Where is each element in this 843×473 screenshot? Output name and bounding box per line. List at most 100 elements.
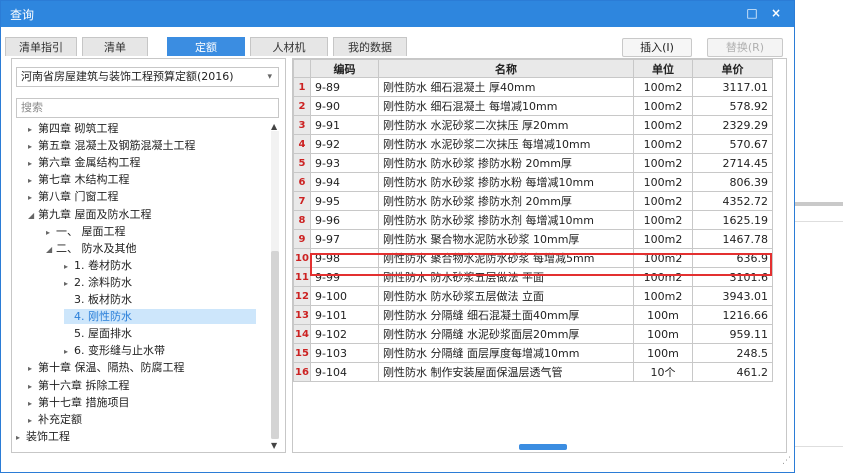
price-cell[interactable]: 959.11 <box>692 324 773 344</box>
price-cell[interactable]: 461.2 <box>692 362 773 382</box>
table-row[interactable]: 7 9-95 刚性防水 防水砂浆 掺防水剂 20mm厚 100m2 4352.72 <box>293 191 773 211</box>
row-number-cell[interactable]: 16 <box>293 362 311 382</box>
code-cell[interactable]: 9-93 <box>310 153 379 173</box>
row-number-cell[interactable]: 11 <box>293 267 311 287</box>
name-cell[interactable]: 刚性防水 防水砂浆 掺防水剂 每增减10mm <box>378 210 634 230</box>
row-number-cell[interactable]: 8 <box>293 210 311 230</box>
expand-toggle-icon[interactable]: ▸ <box>28 396 38 411</box>
unit-cell[interactable]: 100m <box>633 305 693 325</box>
unit-cell[interactable]: 100m2 <box>633 96 693 116</box>
name-cell[interactable]: 刚性防水 防水砂浆 掺防水剂 20mm厚 <box>378 191 634 211</box>
tree-item[interactable]: ▸ 6. 变形缝与止水带 <box>64 343 165 358</box>
unit-cell[interactable]: 100m2 <box>633 248 693 268</box>
table-row[interactable]: 9 9-97 刚性防水 聚合物水泥防水砂浆 10mm厚 100m2 1467.78 <box>293 229 773 249</box>
code-cell[interactable]: 9-100 <box>310 286 379 306</box>
table-row[interactable]: 4 9-92 刚性防水 水泥砂浆二次抹压 每增减10mm 100m2 570.67 <box>293 134 773 154</box>
name-cell[interactable]: 刚性防水 聚合物水泥防水砂浆 10mm厚 <box>378 229 634 249</box>
table-row[interactable]: 12 9-100 刚性防水 防水砂浆五层做法 立面 100m2 3943.01 <box>293 286 773 306</box>
row-number-cell[interactable]: 6 <box>293 172 311 192</box>
code-cell[interactable]: 9-98 <box>310 248 379 268</box>
expand-toggle-icon[interactable]: ▸ <box>64 276 74 291</box>
tree-item[interactable]: ▸ 2. 涂料防水 <box>64 275 132 290</box>
row-number-cell[interactable]: 13 <box>293 305 311 325</box>
unit-cell[interactable]: 100m2 <box>633 134 693 154</box>
unit-header[interactable]: 单位 <box>633 59 693 78</box>
price-cell[interactable]: 3943.01 <box>692 286 773 306</box>
expand-toggle-icon[interactable]: ▸ <box>28 413 38 428</box>
code-cell[interactable]: 9-102 <box>310 324 379 344</box>
unit-cell[interactable]: 100m2 <box>633 191 693 211</box>
table-row[interactable]: 1 9-89 刚性防水 细石混凝土 厚40mm 100m2 3117.01 <box>293 77 773 97</box>
expand-toggle-icon[interactable]: ▸ <box>46 225 56 240</box>
unit-cell[interactable]: 100m2 <box>633 210 693 230</box>
code-cell[interactable]: 9-96 <box>310 210 379 230</box>
tab-list[interactable]: 清单 <box>82 37 148 56</box>
row-number-cell[interactable]: 1 <box>293 77 311 97</box>
tree-item[interactable]: ▸ 第四章 砌筑工程 <box>28 121 119 136</box>
price-cell[interactable]: 2714.45 <box>692 153 773 173</box>
code-cell[interactable]: 9-90 <box>310 96 379 116</box>
row-number-cell[interactable]: 10 <box>293 248 311 268</box>
row-number-cell[interactable]: 2 <box>293 96 311 116</box>
table-row[interactable]: 13 9-101 刚性防水 分隔缝 细石混凝土面40mm厚 100m 1216.66 <box>293 305 773 325</box>
price-cell[interactable]: 248.5 <box>692 343 773 363</box>
row-number-cell[interactable]: 15 <box>293 343 311 363</box>
scrollbar-thumb[interactable] <box>271 251 279 439</box>
name-cell[interactable]: 刚性防水 分隔缝 细石混凝土面40mm厚 <box>378 305 634 325</box>
table-row[interactable]: 15 9-103 刚性防水 分隔缝 面层厚度每增减10mm 100m 248.5 <box>293 343 773 363</box>
unit-cell[interactable]: 100m2 <box>633 77 693 97</box>
table-row[interactable]: 5 9-93 刚性防水 防水砂浆 掺防水粉 20mm厚 100m2 2714.45 <box>293 153 773 173</box>
unit-cell[interactable]: 100m2 <box>633 286 693 306</box>
tree-item[interactable]: ▸ 1. 卷材防水 <box>64 258 132 273</box>
table-row[interactable]: 8 9-96 刚性防水 防水砂浆 掺防水剂 每增减10mm 100m2 1625.19 <box>293 210 773 230</box>
unit-cell[interactable]: 100m2 <box>633 115 693 135</box>
tree-item[interactable]: ◢ 二、 防水及其他 <box>46 241 137 256</box>
name-cell[interactable]: 刚性防水 细石混凝土 厚40mm <box>378 77 634 97</box>
code-cell[interactable]: 9-95 <box>310 191 379 211</box>
replace-button[interactable]: 替换(R) <box>707 38 783 57</box>
name-cell[interactable]: 刚性防水 聚合物水泥防水砂浆 每增减5mm <box>378 248 634 268</box>
table-row[interactable]: 6 9-94 刚性防水 防水砂浆 掺防水粉 每增减10mm 100m2 806.39 <box>293 172 773 192</box>
price-cell[interactable]: 4352.72 <box>692 191 773 211</box>
close-icon[interactable]: × <box>767 4 785 22</box>
tree-item[interactable]: ◢ 第九章 屋面及防水工程 <box>28 207 152 222</box>
code-header[interactable]: 编码 <box>310 59 379 78</box>
expand-toggle-icon[interactable]: ▸ <box>28 173 38 188</box>
name-cell[interactable]: 刚性防水 防水砂浆五层做法 平面 <box>378 267 634 287</box>
tree-item[interactable]: 5. 屋面排水 <box>64 326 132 341</box>
tree-item[interactable]: ▸ 第十六章 拆除工程 <box>28 378 130 393</box>
price-cell[interactable]: 1216.66 <box>692 305 773 325</box>
expand-toggle-icon[interactable]: ▸ <box>64 344 74 359</box>
row-number-cell[interactable]: 3 <box>293 115 311 135</box>
tree-item[interactable]: ▸ 第七章 木结构工程 <box>28 172 130 187</box>
name-cell[interactable]: 刚性防水 防水砂浆 掺防水粉 20mm厚 <box>378 153 634 173</box>
price-cell[interactable]: 2329.29 <box>692 115 773 135</box>
tab-quota[interactable]: 定额 <box>167 37 245 56</box>
row-number-cell[interactable]: 4 <box>293 134 311 154</box>
quota-library-select[interactable]: 河南省房屋建筑与装饰工程预算定额(2016) ▾ <box>16 67 279 87</box>
table-row[interactable]: 10 9-98 刚性防水 聚合物水泥防水砂浆 每增减5mm 100m2 636.9 <box>293 248 773 268</box>
unit-cell[interactable]: 100m <box>633 343 693 363</box>
price-cell[interactable]: 636.9 <box>692 248 773 268</box>
price-cell[interactable]: 806.39 <box>692 172 773 192</box>
splitter-handle[interactable] <box>519 444 567 450</box>
table-row[interactable]: 3 9-91 刚性防水 水泥砂浆二次抹压 厚20mm 100m2 2329.29 <box>293 115 773 135</box>
unit-cell[interactable]: 100m2 <box>633 172 693 192</box>
code-cell[interactable]: 9-91 <box>310 115 379 135</box>
code-cell[interactable]: 9-92 <box>310 134 379 154</box>
tree-item[interactable]: ▸ 装饰工程 <box>16 429 70 444</box>
expand-toggle-icon[interactable]: ▸ <box>28 156 38 171</box>
restore-icon[interactable]: □ <box>743 4 761 22</box>
name-cell[interactable]: 刚性防水 细石混凝土 每增减10mm <box>378 96 634 116</box>
price-cell[interactable]: 3101.6 <box>692 267 773 287</box>
tab-my-data[interactable]: 我的数据 <box>333 37 407 56</box>
tree-item[interactable]: ▸ 第十七章 措施项目 <box>28 395 130 410</box>
name-cell[interactable]: 刚性防水 水泥砂浆二次抹压 每增减10mm <box>378 134 634 154</box>
insert-button[interactable]: 插入(I) <box>622 38 692 57</box>
price-cell[interactable]: 1467.78 <box>692 229 773 249</box>
code-cell[interactable]: 9-97 <box>310 229 379 249</box>
table-row[interactable]: 16 9-104 刚性防水 制作安装屋面保温层透气管 10个 461.2 <box>293 362 773 382</box>
tree-item[interactable]: ▸ 第八章 门窗工程 <box>28 189 119 204</box>
unit-cell[interactable]: 100m2 <box>633 267 693 287</box>
name-cell[interactable]: 刚性防水 水泥砂浆二次抹压 厚20mm <box>378 115 634 135</box>
